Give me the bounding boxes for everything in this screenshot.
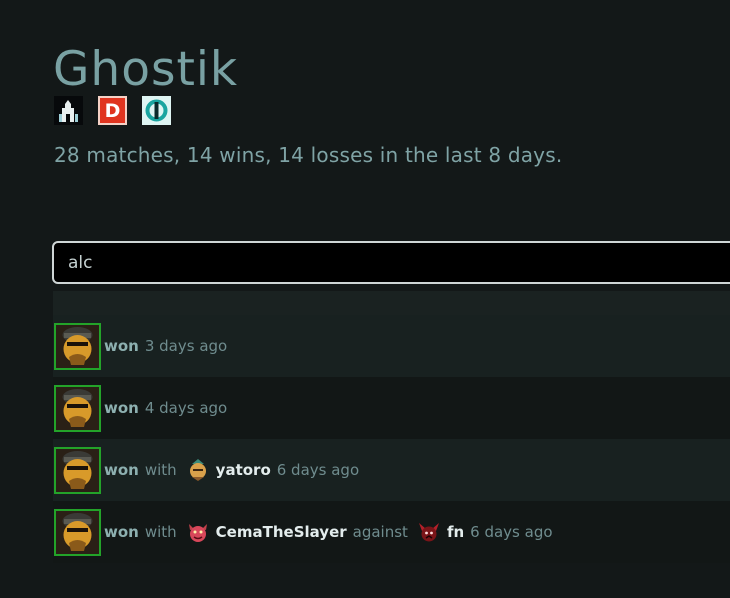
- enemy-player-name[interactable]: fn: [447, 523, 464, 541]
- ally-player-name[interactable]: CemaTheSlayer: [216, 523, 347, 541]
- match-time: 4 days ago: [144, 399, 228, 417]
- match-result: won: [104, 337, 139, 355]
- with-label: with: [144, 461, 177, 479]
- hero-search-input[interactable]: [52, 241, 730, 284]
- match-list-header: [53, 291, 730, 315]
- demon-hero-icon: [188, 524, 207, 542]
- match-row[interactable]: won with yatoro 6 days ago: [53, 439, 730, 501]
- match-list: won 3 days ago won 4 days ago won with y…: [53, 315, 730, 563]
- opendota-icon[interactable]: [142, 96, 171, 125]
- match-time: 6 days ago: [470, 523, 553, 541]
- match-row[interactable]: won 3 days ago: [53, 315, 730, 377]
- match-result: won: [104, 523, 139, 541]
- alchemist-hero-icon[interactable]: [54, 446, 101, 494]
- against-label: against: [352, 523, 408, 541]
- alchemist-hero-icon[interactable]: [54, 322, 101, 370]
- tower-icon[interactable]: [54, 96, 83, 125]
- dotabuff-d-label: D: [104, 99, 121, 122]
- badge-row: D: [54, 96, 171, 125]
- alchemist-hero-icon[interactable]: [54, 384, 101, 432]
- monkey-king-hero-icon: [189, 459, 206, 481]
- ally-player-name[interactable]: yatoro: [216, 461, 271, 479]
- match-result: won: [104, 461, 139, 479]
- match-summary: 28 matches, 14 wins, 14 losses in the la…: [54, 143, 563, 167]
- alchemist-hero-icon[interactable]: [54, 508, 101, 556]
- match-row[interactable]: won 4 days ago: [53, 377, 730, 439]
- match-row[interactable]: won with CemaTheSlayer against fn 6 days…: [53, 501, 730, 563]
- match-time: 6 days ago: [276, 461, 360, 479]
- dotabuff-d-icon[interactable]: D: [98, 96, 127, 125]
- match-result: won: [104, 399, 139, 417]
- match-time: 3 days ago: [144, 337, 228, 355]
- shadow-demon-hero-icon: [418, 523, 439, 542]
- player-name: Ghostik: [53, 42, 239, 97]
- with-label: with: [144, 523, 177, 541]
